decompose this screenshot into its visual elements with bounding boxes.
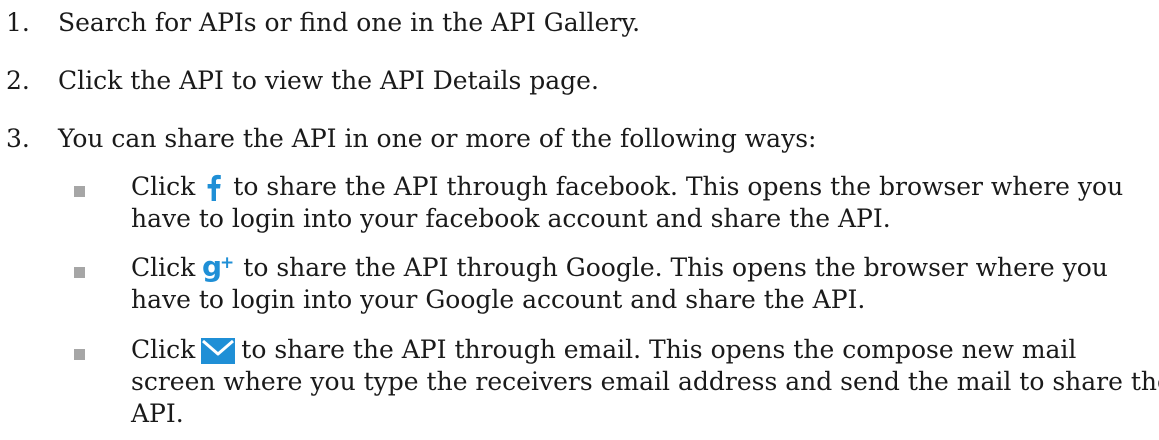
paragraph-line: Click to share the API through email. Thi… xyxy=(131,334,1146,366)
step-number: 1. xyxy=(6,8,30,37)
paragraph-line: Click g + to share the API through Google. … xyxy=(131,252,1146,284)
share-facebook-description: Click to share the API through facebook. … xyxy=(131,171,1146,235)
email-icon xyxy=(201,338,236,364)
share-google-text-2: have to login into your Google account a… xyxy=(131,285,866,314)
share-email-description: Click to share the API through email. Thi… xyxy=(131,334,1159,430)
share-email-text-2: screen where you type the receivers emai… xyxy=(131,367,1159,396)
share-google-description: Click g + to share the API through Google. … xyxy=(131,252,1146,316)
step-text: Search for APIs or find one in the API G… xyxy=(58,8,641,37)
click-label: Click xyxy=(131,172,196,201)
step-number: 3. xyxy=(6,124,30,153)
google-plus-icon: g + xyxy=(201,252,237,282)
step-text: You can share the API in one or more of … xyxy=(58,124,817,153)
share-facebook-text-1: to share the API through facebook. This … xyxy=(233,172,1124,201)
bullet-square xyxy=(74,186,85,197)
paragraph-line: Click to share the API through facebook. … xyxy=(131,171,1146,203)
share-facebook-text-2: have to login into your facebook account… xyxy=(131,204,891,233)
svg-text:+: + xyxy=(220,253,234,273)
click-label: Click xyxy=(131,253,196,282)
step-number: 2. xyxy=(6,66,30,95)
click-label: Click xyxy=(131,335,196,364)
step-text: Click the API to view the API Details pa… xyxy=(58,66,599,95)
bullet-square xyxy=(74,267,85,278)
share-email-text-3: API. xyxy=(131,399,184,428)
share-google-text-1: to share the API through Google. This op… xyxy=(243,253,1108,282)
facebook-icon xyxy=(201,173,227,201)
bullet-square xyxy=(74,349,85,360)
share-email-text-1: to share the API through email. This ope… xyxy=(241,335,1077,364)
